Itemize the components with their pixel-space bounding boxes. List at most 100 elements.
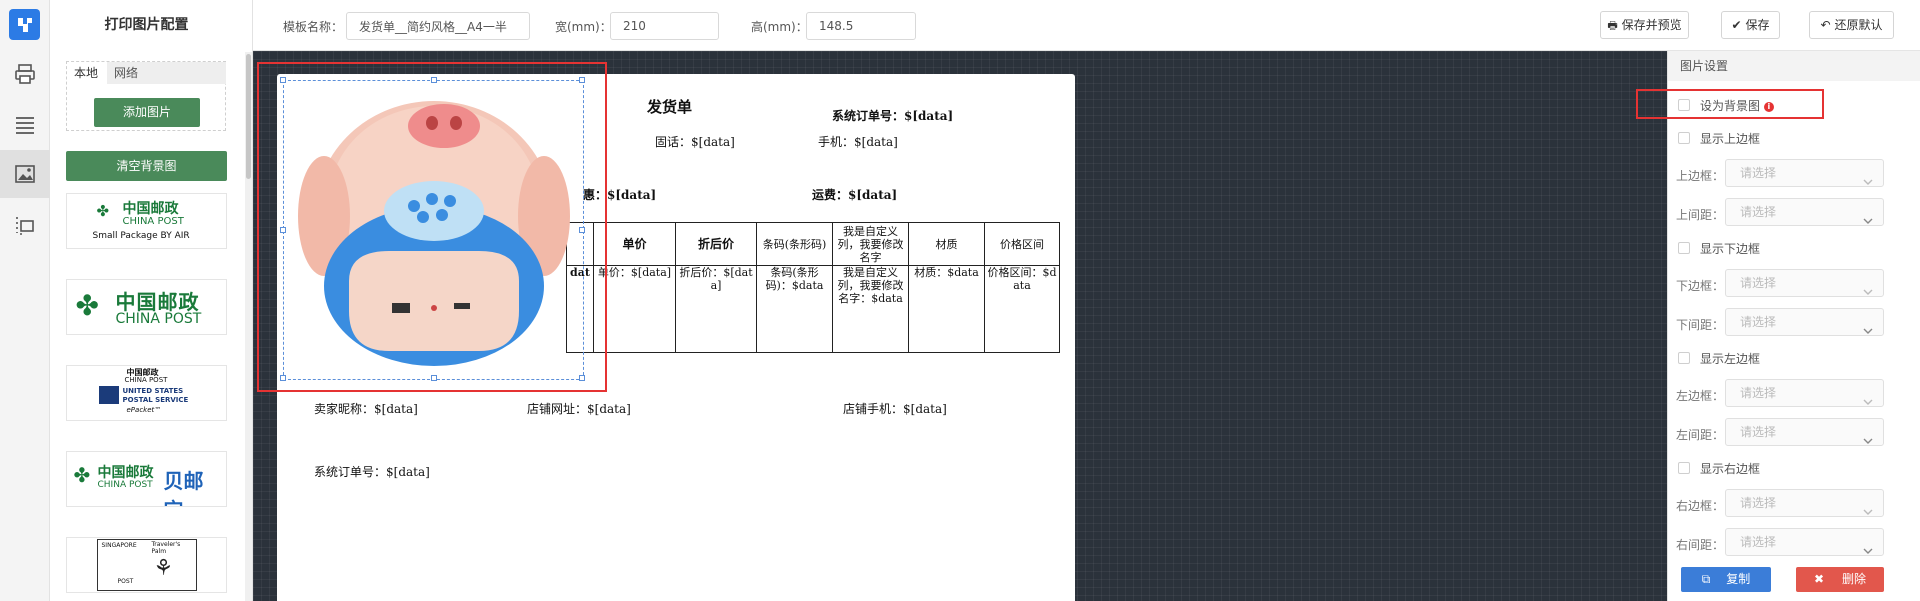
table-cell: 折后价：$[data] [675,265,757,353]
show-bottom-border-label: 显示下边框 [1700,242,1761,256]
chevron-down-icon [1863,318,1873,344]
check-icon: ✔ [1731,18,1742,32]
library-scrollbar[interactable] [245,52,252,601]
image-thumbnail[interactable]: ✤ 中国邮政 CHINA POST [66,279,227,335]
tab-local[interactable]: 本地 [67,62,106,84]
width-label: 宽(mm)： [555,20,612,34]
shop-phone-field[interactable]: 店铺手机：$[data] [843,400,947,417]
show-top-border-label: 显示上边框 [1700,132,1761,146]
thumbnail-text: CHINA POST [97,480,153,490]
clear-background-button[interactable]: 清空背景图 [66,151,227,181]
info-icon: i [1763,101,1774,112]
source-tabs: 本地 网络 添加图片 [66,61,226,131]
save-button[interactable]: ✔ 保存 [1721,11,1780,39]
selected-image-element[interactable] [280,77,585,381]
table-cell: 条码(条形码)：$data [756,265,833,353]
top-border-select[interactable]: 请选择 [1725,159,1884,187]
right-margin-label: 右间距： [1676,538,1725,552]
bottom-border-label: 下边框： [1676,279,1725,293]
copy-button[interactable]: ⧉ 复制 [1681,567,1771,592]
show-right-border-label: 显示右边框 [1700,462,1761,476]
show-bottom-border-checkbox[interactable] [1678,242,1690,254]
printer-icon[interactable] [0,50,50,98]
table-header-cell: 材质 [908,222,985,266]
template-name-input[interactable] [346,12,530,40]
close-icon: ✖ [1814,572,1825,586]
height-input[interactable] [806,12,916,40]
piggy-toy-image [298,101,570,366]
delete-button[interactable]: ✖ 删除 [1796,567,1884,592]
left-margin-select[interactable]: 请选择 [1725,418,1884,446]
mobile-field[interactable]: 手机：$[data] [818,133,898,150]
right-border-label: 右边框： [1676,499,1725,513]
right-margin-select[interactable]: 请选择 [1725,528,1884,556]
image-thumbnail[interactable]: SINGAPORE Traveler's Palm ⚘ POST [66,537,227,593]
tab-network[interactable]: 网络 [107,62,226,84]
thumbnail-text: UNITED STATES [122,387,184,395]
table-cell: 价格区间：$data [984,265,1060,353]
image-thumbnail[interactable]: 中国邮政 CHINA POST UNITED STATES POSTAL SER… [66,365,227,421]
thumbnail-text: SINGAPORE [101,542,137,549]
right-border-select[interactable]: 请选择 [1725,489,1884,517]
image-thumbnail[interactable]: ✤ 中国邮政 CHINA POST Small Package BY AIR [66,193,227,249]
save-preview-label: 保存并预览 [1621,18,1682,32]
app-logo-icon[interactable] [9,9,40,40]
table-header-cell: 折后价 [675,222,757,266]
fixed-phone-field[interactable]: 固话：$[data] [655,133,735,150]
design-canvas[interactable]: 发货单 系统订单号：$[data] 固话：$[data] 手机：$[data] … [253,51,1667,601]
printer-icon: 🖶 [1607,19,1618,32]
save-preview-button[interactable]: 🖶 保存并预览 [1600,11,1689,39]
add-image-button[interactable]: 添加图片 [94,98,200,127]
doc-title: 发货单 [647,98,693,116]
height-label: 高(mm)： [751,20,808,34]
order-number-field[interactable]: 系统订单号：$[data] [832,107,953,124]
bottom-margin-select[interactable]: 请选择 [1725,308,1884,336]
restore-label: 还原默认 [1834,18,1883,32]
settings-title: 图片设置 [1668,51,1920,81]
thumbnail-text: ePacket™ [126,406,162,414]
thumbnail-text: 贝邮宝 [163,469,204,506]
chevron-down-icon [1863,208,1873,234]
show-left-border-label: 显示左边框 [1700,352,1761,366]
width-input[interactable] [610,12,719,40]
image-thumbnail[interactable]: ✤ 中国邮政 CHINA POST 贝邮宝 [66,451,227,507]
thumbnail-text: POST [117,578,134,585]
list-icon[interactable] [0,101,50,149]
show-top-border-checkbox[interactable] [1678,132,1690,144]
goods-table[interactable]: 单价 折后价 条码(条形码) 我是自定义列，我要修改名字 材质 价格区间 dat… [566,222,1060,353]
system-order-field[interactable]: 系统订单号：$[data] [314,463,430,480]
chevron-down-icon [1863,169,1873,195]
thumbnail-text: 中国邮政 [97,465,154,481]
bottom-border-select[interactable]: 请选择 [1725,269,1884,297]
top-margin-label: 上间距： [1676,208,1725,222]
table-cell: 材质：$data [908,265,985,353]
chevron-down-icon [1863,499,1873,525]
copy-icon: ⧉ [1701,572,1711,586]
chevron-down-icon [1863,389,1873,415]
shipping-field[interactable]: 运费：$[data] [812,186,897,203]
left-margin-label: 左间距： [1676,428,1725,442]
thumbnail-text: CHINA POST [115,311,202,327]
show-right-border-checkbox[interactable] [1678,462,1690,474]
thumbnail-text: Traveler's Palm [151,541,181,555]
layout-icon[interactable] [0,201,50,249]
left-border-select[interactable]: 请选择 [1725,379,1884,407]
show-left-border-checkbox[interactable] [1678,352,1690,364]
top-margin-select[interactable]: 请选择 [1725,198,1884,226]
left-border-label: 左边框： [1676,389,1725,403]
seller-nick-field[interactable]: 卖家昵称：$[data] [314,400,418,417]
panel-title: 打印图片配置 [104,17,189,33]
delete-label: 删除 [1841,572,1866,586]
restore-default-button[interactable]: ↶ 还原默认 [1809,11,1894,39]
thumbnail-text: CHINA POST [122,216,184,227]
thumbnail-text: POSTAL SERVICE [122,396,189,404]
chevron-down-icon [1863,279,1873,305]
table-cell: 我是自定义列，我要修改名字：$data [832,265,909,353]
undo-icon: ↶ [1820,18,1831,32]
shop-url-field[interactable]: 店铺网址：$[data] [527,400,631,417]
top-toolbar: 模板名称： 宽(mm)： 高(mm)： 🖶 保存并预览 ✔ 保存 ↶ 还原默认 [253,0,1920,51]
set-background-checkbox[interactable] [1678,99,1690,111]
image-icon[interactable] [0,150,50,198]
set-background-label: 设为背景图 i [1700,97,1774,114]
table-header-cell: 我是自定义列，我要修改名字 [832,222,909,266]
